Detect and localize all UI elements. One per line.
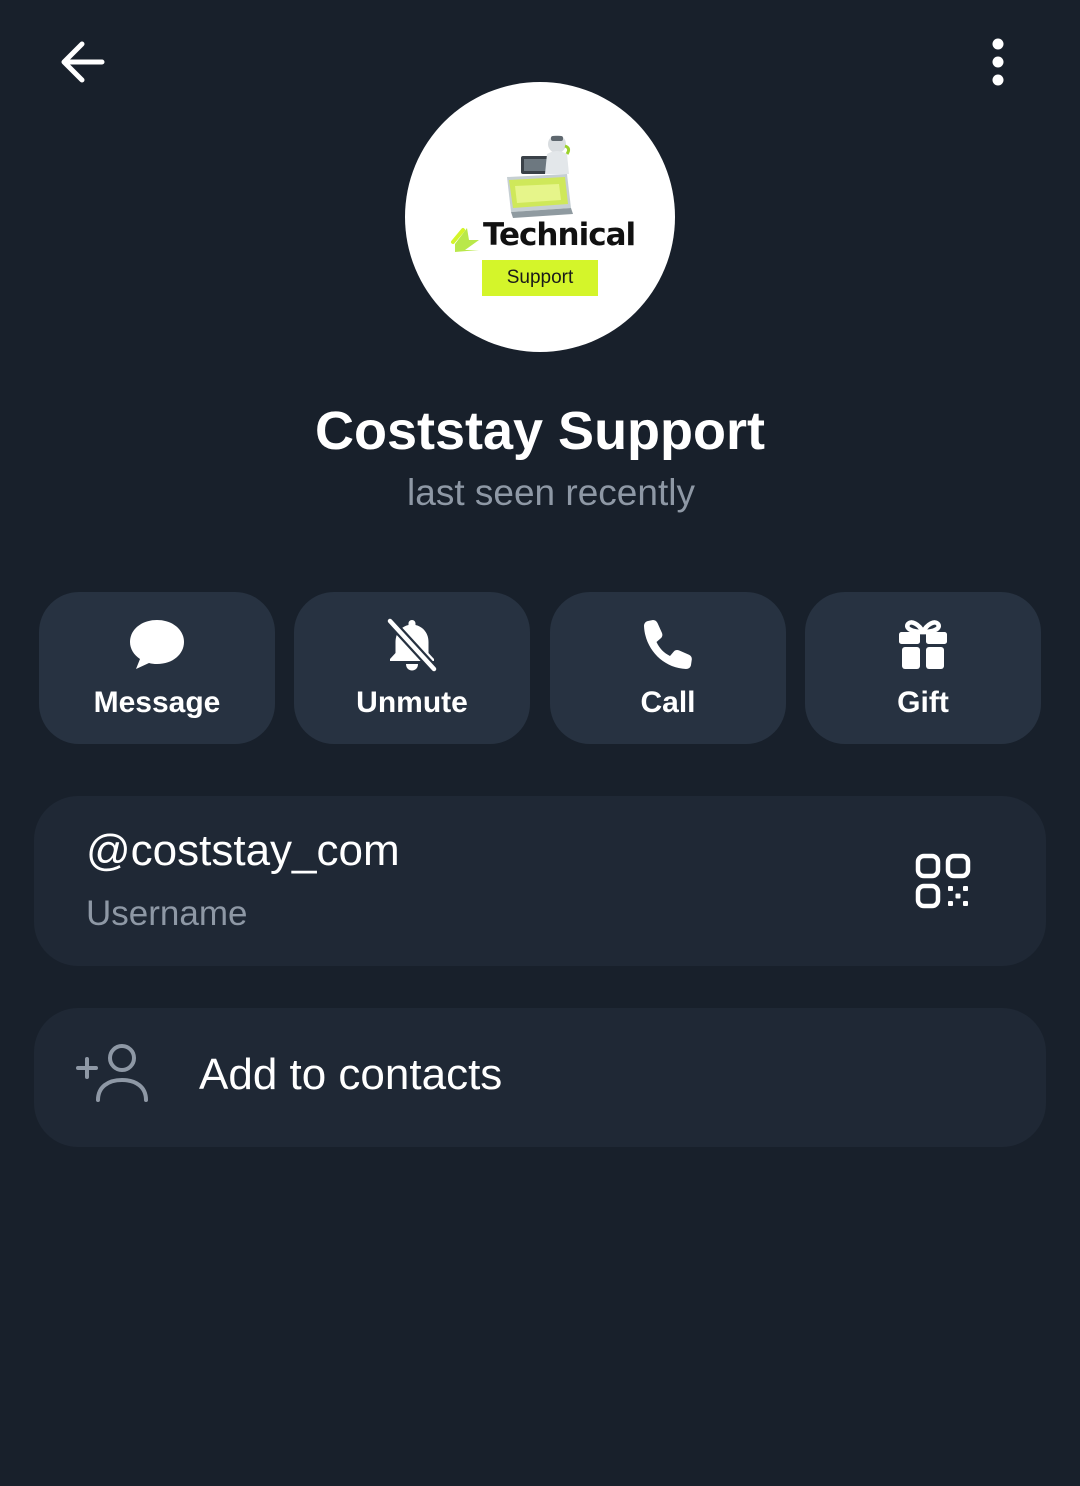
- phone-icon: [644, 620, 692, 669]
- logo-badge: Support: [482, 260, 598, 296]
- add-person-icon: [76, 1044, 148, 1102]
- add-to-contacts-label: Add to contacts: [199, 1050, 503, 1099]
- qr-code-button[interactable]: [908, 846, 978, 916]
- more-vertical-icon: [992, 38, 1004, 86]
- username-card[interactable]: @coststay_com Username: [34, 796, 1046, 966]
- contact-status: last seen recently: [407, 472, 695, 513]
- call-button-label: Call: [640, 686, 696, 719]
- username-value: @coststay_com: [86, 826, 400, 875]
- profile-avatar[interactable]: Technical Support: [405, 82, 675, 352]
- unmute-button-label: Unmute: [356, 686, 468, 719]
- message-button[interactable]: Message: [39, 592, 275, 744]
- back-button[interactable]: [50, 30, 114, 94]
- action-buttons: Message Unmute Call Gift: [39, 592, 1041, 744]
- unmute-button[interactable]: Unmute: [294, 592, 530, 744]
- qr-code-icon: [915, 853, 971, 909]
- bell-off-icon: [385, 616, 439, 673]
- add-to-contacts-button[interactable]: Add to contacts: [34, 1008, 1046, 1147]
- contact-name: Coststay Support: [314, 401, 766, 461]
- gift-button-label: Gift: [897, 686, 949, 719]
- username-label: Username: [86, 894, 248, 933]
- arrow-left-icon: [61, 41, 105, 83]
- call-button[interactable]: Call: [550, 592, 786, 744]
- logo-word: Technical: [483, 217, 636, 253]
- message-button-label: Message: [93, 686, 221, 719]
- message-bubble-icon: [130, 620, 184, 669]
- more-options-button[interactable]: [966, 30, 1030, 94]
- gift-button[interactable]: Gift: [805, 592, 1041, 744]
- gift-icon: [899, 620, 947, 669]
